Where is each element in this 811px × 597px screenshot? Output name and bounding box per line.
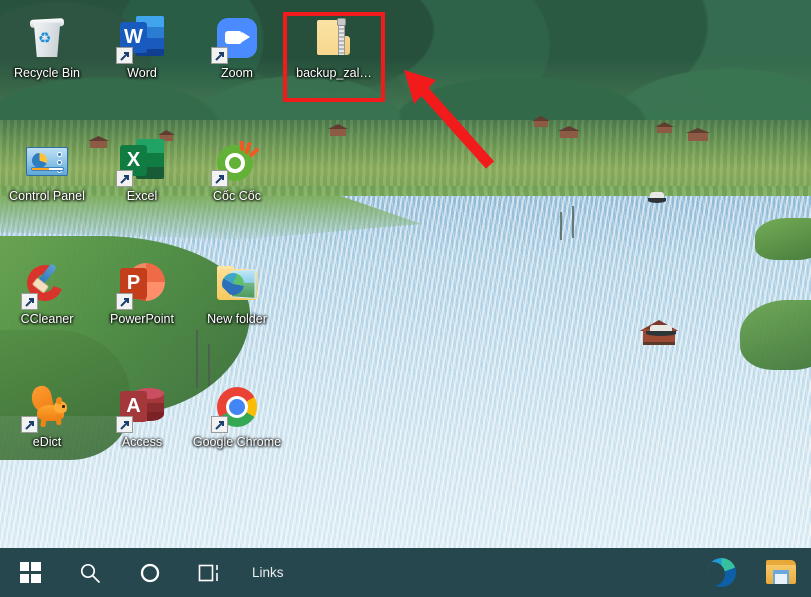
task-view-button[interactable]: [180, 548, 240, 597]
shortcut-arrow-icon: [116, 170, 133, 187]
desktop-icon-label: Zoom: [221, 66, 253, 80]
desktop-icon-label: New folder: [207, 312, 267, 326]
desktop-icon-label: Recycle Bin: [14, 66, 80, 80]
chrome-icon: [211, 383, 261, 433]
shortcut-arrow-icon: [116, 47, 133, 64]
desktop-icon-word[interactable]: W Word: [95, 14, 189, 80]
desktop-icon-control-panel[interactable]: Control Panel: [0, 137, 94, 203]
excel-icon: X: [116, 137, 166, 187]
desktop-icon-powerpoint[interactable]: P PowerPoint: [95, 260, 189, 326]
shortcut-arrow-icon: [21, 293, 38, 310]
desktop-icon-label: eDict: [32, 435, 62, 449]
cortana-icon: [139, 562, 161, 584]
zip-folder-icon: [310, 14, 358, 62]
desktop-icon-access[interactable]: A Access: [95, 383, 189, 449]
shortcut-arrow-icon: [21, 416, 38, 433]
recycle-bin-icon: ♻: [23, 14, 71, 62]
access-icon: A: [116, 383, 166, 433]
edict-squirrel-icon: [21, 383, 71, 433]
desktop-icon-chrome[interactable]: Google Chrome: [190, 383, 284, 449]
shortcut-arrow-icon: [211, 47, 228, 64]
desktop-icon-coc-coc[interactable]: Cốc Cốc: [190, 137, 284, 203]
coc-coc-icon: [211, 137, 261, 187]
folder-picture-icon: [213, 260, 261, 308]
search-button[interactable]: [60, 548, 120, 597]
taskbar-item-file-explorer[interactable]: [751, 548, 811, 597]
shortcut-arrow-icon: [116, 416, 133, 433]
task-view-icon: [198, 563, 222, 583]
desktop-icon-new-folder[interactable]: New folder: [190, 260, 284, 326]
desktop-icon-label: Cốc Cốc: [213, 189, 261, 203]
powerpoint-icon: P: [116, 260, 166, 310]
search-icon: [79, 562, 101, 584]
control-panel-icon: [23, 137, 71, 185]
desktop-icon-label: Access: [121, 435, 163, 449]
desktop-icon-label: PowerPoint: [110, 312, 174, 326]
desktop-icon-label: Word: [127, 66, 157, 80]
desktop-icon-ccleaner[interactable]: CCleaner: [0, 259, 94, 326]
desktop-icon-label: backup_zal…: [296, 66, 372, 80]
taskbar[interactable]: Links: [0, 548, 811, 597]
desktop-icon-excel[interactable]: X Excel: [95, 137, 189, 203]
shortcut-arrow-icon: [116, 293, 133, 310]
shortcut-arrow-icon: [211, 170, 228, 187]
file-explorer-icon: [766, 560, 796, 585]
word-icon: W: [116, 14, 166, 64]
desktop-icon-recycle-bin[interactable]: ♻ Recycle Bin: [0, 14, 94, 80]
zoom-icon: [211, 14, 261, 64]
desktop[interactable]: ♻ Recycle Bin W Word Zoom backup_zal… Co…: [0, 0, 811, 597]
shortcut-arrow-icon: [211, 416, 228, 433]
cortana-button[interactable]: [120, 548, 180, 597]
ccleaner-icon: [21, 259, 71, 310]
desktop-icon-label: CCleaner: [20, 312, 74, 326]
start-button[interactable]: [0, 548, 60, 597]
links-toolbar-label[interactable]: Links: [240, 565, 296, 580]
desktop-icon-label: Excel: [126, 189, 158, 203]
desktop-icon-backup-zip[interactable]: backup_zal…: [287, 14, 381, 80]
windows-logo-icon: [19, 562, 41, 583]
desktop-icon-label: Google Chrome: [192, 435, 282, 449]
desktop-icon-edict[interactable]: eDict: [0, 383, 94, 449]
taskbar-item-edge[interactable]: [691, 548, 751, 597]
desktop-icon-label: Control Panel: [9, 189, 85, 203]
desktop-icon-zoom[interactable]: Zoom: [190, 14, 284, 80]
edge-icon: [706, 558, 736, 587]
